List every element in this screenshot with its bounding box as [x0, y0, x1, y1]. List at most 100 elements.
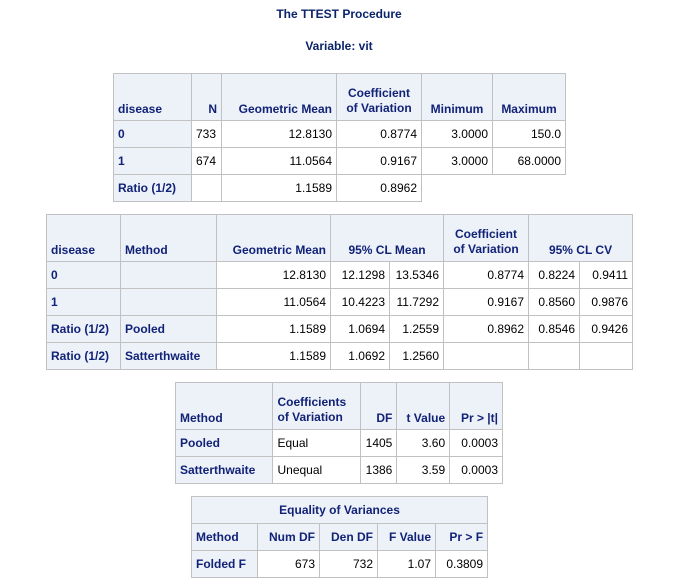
row-header: Satterthwaite [120, 342, 217, 370]
table-cell: 150.0 [492, 120, 566, 148]
table-cell: 1.1589 [216, 342, 331, 370]
table-cell: 3.60 [396, 429, 451, 457]
table-cell: 0.8962 [336, 174, 422, 202]
row-header: 1 [113, 147, 192, 175]
table-cell: 0.9167 [443, 288, 530, 316]
table-cell: 1.0694 [330, 315, 390, 343]
column-header: Pr > F [434, 523, 489, 551]
row-header: Satterthwaite [174, 456, 274, 484]
table-row: Ratio (1/2) Pooled 1.1589 1.0694 1.2559 … [46, 315, 634, 343]
table-cell: 1405 [359, 429, 398, 457]
column-header: Coefficient of Variation [443, 214, 530, 262]
column-header: Geometric Mean [216, 214, 331, 262]
row-header [120, 288, 217, 316]
table-header-row: disease N Geometric Mean Coefficient of … [113, 73, 566, 121]
table-cell: 68.0000 [492, 147, 566, 175]
equality-of-variances-table: Equality of Variances Method Num DF Den … [190, 496, 489, 578]
column-header: Den DF [319, 523, 378, 551]
row-header: Pooled [174, 429, 274, 457]
table-cell [528, 342, 581, 370]
table-cell: 0.9411 [579, 261, 634, 289]
column-header: Geometric Mean [221, 73, 337, 121]
table-header-row: disease Method Geometric Mean 95% CL Mea… [46, 214, 634, 262]
table-cell [492, 174, 566, 202]
row-header: 0 [46, 261, 121, 289]
row-header [120, 261, 217, 289]
row-header: Folded F [191, 550, 258, 578]
column-header: Method [191, 523, 258, 551]
column-header: N [191, 73, 222, 121]
table-cell: 1.1589 [216, 315, 331, 343]
table-cell: 0.0003 [449, 456, 503, 484]
table-cell: 3.0000 [421, 120, 493, 148]
table-cell: 732 [319, 550, 378, 578]
table-title-row: Equality of Variances [190, 496, 489, 524]
statistics-table: disease N Geometric Mean Coefficient of … [113, 73, 566, 202]
table-cell: 0.8774 [336, 120, 422, 148]
table-cell: 0.9167 [336, 147, 422, 175]
table-cell: Unequal [272, 456, 361, 484]
row-header: Ratio (1/2) [113, 174, 192, 202]
table-cell: 673 [257, 550, 320, 578]
table-cell [443, 342, 530, 370]
row-header: 1 [46, 288, 121, 316]
table-cell: 3.59 [396, 456, 451, 484]
table-cell: 0.9426 [579, 315, 634, 343]
table-cell: 1386 [359, 456, 398, 484]
column-header: Maximum [492, 73, 566, 121]
column-header: Pr > |t| [449, 382, 503, 430]
table-cell: 1.1589 [221, 174, 337, 202]
table-cell: 13.5346 [388, 261, 445, 289]
column-header: Coefficients of Variation [272, 382, 361, 430]
table-row: 1 11.0564 10.4223 11.7292 0.9167 0.8560 … [46, 288, 634, 316]
table-row: Pooled Equal 1405 3.60 0.0003 [174, 429, 503, 457]
table-cell: 12.8130 [221, 120, 337, 148]
table-title: Equality of Variances [190, 496, 489, 524]
table-cell [421, 174, 493, 202]
table-cell: 0.9876 [579, 288, 634, 316]
table-cell: 1.0692 [330, 342, 390, 370]
table-cell: 0.8224 [528, 261, 581, 289]
column-header: Minimum [421, 73, 493, 121]
row-header: Ratio (1/2) [46, 315, 121, 343]
column-header: Num DF [257, 523, 320, 551]
table-row: Ratio (1/2) Satterthwaite 1.1589 1.0692 … [46, 342, 634, 370]
table-cell: Equal [272, 429, 361, 457]
table-header-row: Method Num DF Den DF F Value Pr > F [191, 523, 489, 551]
variable-title: Variable: vit [305, 39, 373, 53]
table-cell: 1.2560 [388, 342, 445, 370]
column-header: disease [113, 73, 192, 121]
table-cell: 11.7292 [388, 288, 445, 316]
table-row: Folded F 673 732 1.07 0.3809 [191, 550, 489, 578]
table-cell: 674 [191, 147, 222, 175]
table-cell: 1.07 [377, 550, 436, 578]
table-cell [579, 342, 634, 370]
column-header: F Value [377, 523, 436, 551]
procedure-title: The TTEST Procedure [276, 7, 402, 21]
table-cell: 0.0003 [449, 429, 503, 457]
table-cell [191, 174, 222, 202]
table-cell: 12.1298 [330, 261, 390, 289]
table-cell: 10.4223 [330, 288, 390, 316]
table-cell: 733 [191, 120, 222, 148]
table-row: 0 733 12.8130 0.8774 3.0000 150.0 [113, 120, 566, 148]
table-cell: 0.8546 [528, 315, 581, 343]
table-cell: 0.8560 [528, 288, 581, 316]
column-header: Method [120, 214, 217, 262]
ttest-table: Method Coefficients of Variation DF t Va… [174, 382, 503, 484]
table-cell: 11.0564 [216, 288, 331, 316]
table-cell: 3.0000 [421, 147, 493, 175]
table-cell: 1.2559 [388, 315, 445, 343]
table-row: Satterthwaite Unequal 1386 3.59 0.0003 [174, 456, 503, 484]
column-header: 95% CL CV [528, 214, 634, 262]
table-cell: 12.8130 [216, 261, 331, 289]
table-row: Ratio (1/2) 1.1589 0.8962 [113, 174, 566, 202]
table-cell: 0.8962 [443, 315, 530, 343]
table-cell: 0.8774 [443, 261, 530, 289]
row-header: Pooled [120, 315, 217, 343]
table-cell: 11.0564 [221, 147, 337, 175]
column-header: Coefficient of Variation [336, 73, 422, 121]
table-row: 1 674 11.0564 0.9167 3.0000 68.0000 [113, 147, 566, 175]
column-header: disease [46, 214, 121, 262]
column-header: Method [174, 382, 274, 430]
